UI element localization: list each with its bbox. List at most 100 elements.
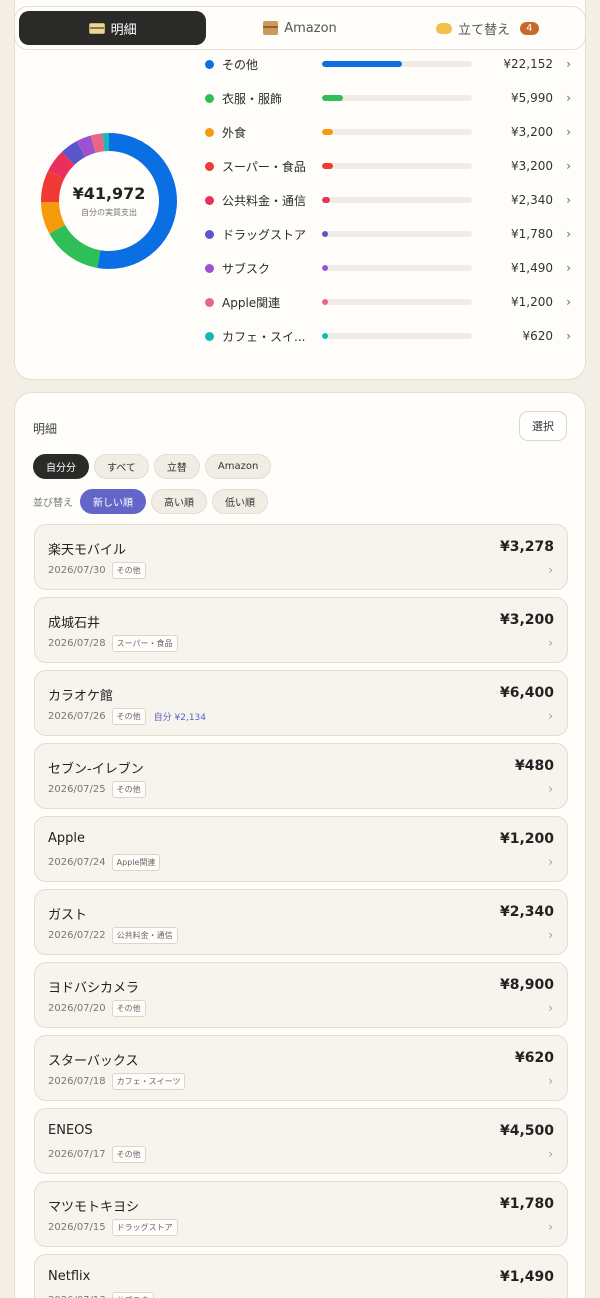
transaction-row[interactable]: 楽天モバイル 2026/07/30 その他 ¥3,278 › bbox=[34, 524, 568, 590]
transaction-self-share: 自分 ¥2,134 bbox=[153, 713, 206, 723]
transaction-date: 2026/07/30 bbox=[48, 565, 106, 576]
transaction-date: 2026/07/25 bbox=[48, 784, 106, 795]
category-bar-fill bbox=[322, 129, 334, 135]
chevron-right-icon: › bbox=[566, 57, 571, 71]
category-bar bbox=[322, 129, 472, 135]
category-color-dot bbox=[205, 263, 214, 273]
chevron-right-icon: › bbox=[566, 295, 571, 309]
transaction-amount: ¥2,340 bbox=[499, 904, 554, 920]
transaction-date: 2026/07/17 bbox=[48, 1149, 106, 1160]
transaction-category-tag: サブスク bbox=[111, 1292, 154, 1298]
chevron-right-icon: › bbox=[566, 261, 571, 275]
transaction-name: Netflix bbox=[48, 1269, 91, 1284]
filter-self[interactable]: 自分分 bbox=[33, 454, 89, 479]
category-bar bbox=[322, 95, 472, 101]
transaction-meta: 2026/07/26 その他 自分 ¥2,134 bbox=[48, 708, 206, 725]
transaction-date: 2026/07/24 bbox=[48, 857, 106, 868]
category-color-dot bbox=[205, 127, 214, 137]
category-bar-fill bbox=[322, 197, 331, 203]
transaction-amount: ¥1,780 bbox=[499, 1196, 554, 1212]
transaction-row[interactable]: ガスト 2026/07/22 公共料金・通信 ¥2,340 › bbox=[34, 889, 568, 955]
tab-reimburse[interactable]: 立て替え 4 bbox=[394, 11, 581, 45]
category-row[interactable]: 衣服・服飾 ¥5,990 › bbox=[201, 86, 571, 110]
category-name: 衣服・服飾 bbox=[222, 91, 283, 106]
category-row[interactable]: Apple関連 ¥1,200 › bbox=[201, 290, 571, 314]
tab-details[interactable]: 明細 bbox=[19, 11, 207, 45]
transaction-category-tag: その他 bbox=[111, 1000, 146, 1017]
category-row[interactable]: 公共料金・通信 ¥2,340 › bbox=[201, 188, 571, 212]
chevron-right-icon: › bbox=[548, 636, 553, 650]
transaction-row[interactable]: ENEOS 2026/07/17 その他 ¥4,500 › bbox=[34, 1108, 568, 1174]
transaction-amount: ¥3,200 bbox=[499, 612, 554, 628]
transaction-row[interactable]: Netflix 2026/07/13サブスク ¥1,490 › bbox=[34, 1254, 568, 1298]
category-bar-fill bbox=[322, 299, 328, 305]
transaction-row[interactable]: ヨドバシカメラ 2026/07/20 その他 ¥8,900 › bbox=[34, 962, 568, 1028]
transaction-amount: ¥8,900 bbox=[499, 977, 554, 993]
transaction-category-tag: その他 bbox=[111, 1146, 146, 1163]
category-bar bbox=[322, 231, 472, 237]
transaction-category-tag: Apple関連 bbox=[111, 854, 161, 871]
donut-center: ¥41,972 自分の実質支出 bbox=[39, 131, 179, 271]
transaction-name: 成城石井 bbox=[48, 616, 101, 631]
category-color-dot bbox=[205, 59, 214, 69]
filter-reimburse[interactable]: 立替 bbox=[153, 454, 200, 479]
chevron-right-icon: › bbox=[548, 782, 553, 796]
transaction-row[interactable]: 成城石井 2026/07/28 スーパー・食品 ¥3,200 › bbox=[34, 597, 568, 663]
transaction-meta: 2026/07/15 ドラッグストア bbox=[48, 1219, 178, 1236]
category-amount: ¥1,780 bbox=[511, 227, 553, 241]
chevron-right-icon: › bbox=[566, 91, 571, 105]
sort-lowest[interactable]: 低い順 bbox=[212, 489, 268, 514]
category-color-dot bbox=[205, 229, 214, 239]
select-button[interactable]: 選択 bbox=[519, 411, 567, 441]
category-color-dot bbox=[205, 331, 214, 341]
category-bar-fill bbox=[322, 95, 344, 101]
transaction-name: Apple bbox=[48, 831, 86, 846]
category-row[interactable]: サブスク ¥1,490 › bbox=[201, 256, 571, 280]
tab-amazon[interactable]: Amazon bbox=[206, 11, 393, 45]
card-icon bbox=[88, 22, 105, 34]
transaction-row[interactable]: Apple 2026/07/24 Apple関連 ¥1,200 › bbox=[34, 816, 568, 882]
reimburse-count-badge: 4 bbox=[520, 21, 539, 35]
package-icon bbox=[263, 21, 279, 35]
sort-highest[interactable]: 高い順 bbox=[151, 489, 207, 514]
category-row[interactable]: その他 ¥22,152 › bbox=[201, 52, 571, 76]
chevron-right-icon: › bbox=[566, 329, 571, 343]
list-title: 明細 bbox=[33, 422, 58, 436]
transaction-amount: ¥480 bbox=[515, 758, 554, 774]
transaction-amount: ¥3,278 bbox=[499, 539, 554, 555]
transaction-category-tag: その他 bbox=[111, 562, 146, 579]
category-name: その他 bbox=[222, 57, 259, 72]
chevron-right-icon: › bbox=[566, 159, 571, 173]
transaction-row[interactable]: セブン-イレブン 2026/07/25 その他 ¥480 › bbox=[34, 743, 568, 809]
chevron-right-icon: › bbox=[548, 1220, 553, 1234]
category-row[interactable]: 外食 ¥3,200 › bbox=[201, 120, 571, 144]
category-bar-fill bbox=[322, 231, 329, 237]
transaction-row[interactable]: スターバックス 2026/07/18 カフェ・スイーツ ¥620 › bbox=[34, 1035, 568, 1101]
category-row[interactable]: ドラッグストア ¥1,780 › bbox=[201, 222, 571, 246]
category-amount: ¥3,200 bbox=[511, 125, 553, 139]
transaction-amount: ¥1,490 bbox=[499, 1269, 554, 1285]
chevron-right-icon: › bbox=[548, 855, 553, 869]
category-name: 公共料金・通信 bbox=[222, 193, 307, 208]
category-bar bbox=[322, 265, 472, 271]
transaction-date: 2026/07/18 bbox=[48, 1076, 106, 1087]
filter-amazon[interactable]: Amazon bbox=[204, 454, 272, 479]
transaction-date: 2026/07/28 bbox=[48, 638, 106, 649]
category-amount: ¥3,200 bbox=[511, 159, 553, 173]
category-row[interactable]: カフェ・スイ... ¥620 › bbox=[201, 324, 571, 348]
handshake-icon bbox=[436, 22, 453, 34]
category-row[interactable]: スーパー・食品 ¥3,200 › bbox=[201, 154, 571, 178]
category-name: 外食 bbox=[222, 125, 247, 140]
transaction-row[interactable]: カラオケ館 2026/07/26 その他 自分 ¥2,134 ¥6,400 › bbox=[34, 670, 568, 736]
top-tab-bar: 明細 Amazon 立て替え 4 bbox=[14, 6, 586, 50]
chevron-right-icon: › bbox=[548, 1147, 553, 1161]
transaction-meta: 2026/07/24 Apple関連 bbox=[48, 854, 161, 871]
category-name: カフェ・スイ... bbox=[222, 329, 306, 344]
filter-all[interactable]: すべて bbox=[94, 454, 149, 479]
category-amount: ¥2,340 bbox=[511, 193, 553, 207]
category-color-dot bbox=[205, 93, 214, 103]
chevron-right-icon: › bbox=[566, 227, 571, 241]
transaction-row[interactable]: マツモトキヨシ 2026/07/15 ドラッグストア ¥1,780 › bbox=[34, 1181, 568, 1247]
transaction-meta: 2026/07/22 公共料金・通信 bbox=[48, 927, 178, 944]
sort-newest[interactable]: 新しい順 bbox=[80, 489, 146, 514]
